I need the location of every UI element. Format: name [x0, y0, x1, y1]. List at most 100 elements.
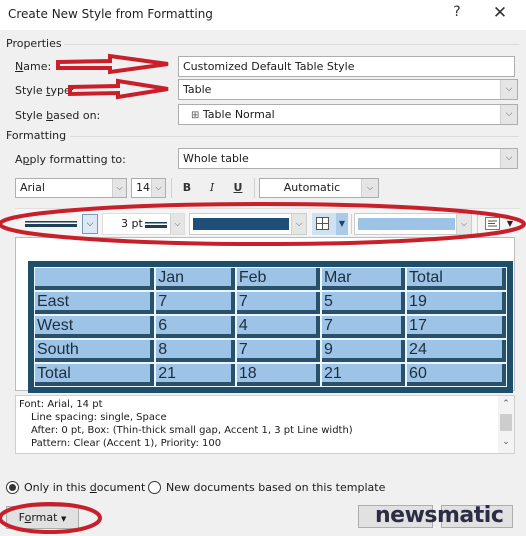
- shading-color-select[interactable]: ⌵: [354, 213, 472, 235]
- toolbar-separator: [171, 178, 172, 198]
- title-bar: Create New Style from Formatting ? ✕: [0, 0, 526, 30]
- formatting-section-label: Formatting: [6, 129, 67, 142]
- table-row: Total 21 18 21 60: [34, 363, 507, 387]
- table-row: Jan Feb Mar Total: [34, 267, 507, 291]
- toolbar-separator: [351, 214, 352, 234]
- chevron-down-icon[interactable]: ⌵: [112, 179, 126, 197]
- border-style-select[interactable]: ⌵: [22, 213, 98, 235]
- table-cell: South: [34, 339, 156, 363]
- toolbar-separator: [477, 214, 478, 234]
- border-color-select[interactable]: ⌵: [189, 213, 307, 235]
- table-cell: 19: [406, 291, 507, 315]
- chevron-down-icon[interactable]: ⌵: [500, 105, 517, 124]
- caret-down-icon[interactable]: ▼: [505, 213, 515, 235]
- table-cell: 6: [155, 315, 236, 339]
- table-cell: 5: [320, 291, 407, 315]
- cell-alignment-button[interactable]: ▼: [483, 213, 519, 235]
- close-button[interactable]: ✕: [487, 3, 513, 25]
- style-based-on-label: Style based on:: [15, 109, 101, 122]
- newsmatic-watermark: newsmatic: [375, 503, 504, 528]
- chevron-down-icon[interactable]: ⌵: [170, 214, 184, 234]
- font-color-select[interactable]: Automatic ⌵: [259, 178, 379, 198]
- table-cell: Total: [406, 267, 507, 291]
- apply-formatting-to-select[interactable]: Whole table ⌵: [178, 148, 518, 169]
- table-cell: Jan: [155, 267, 236, 291]
- italic-button[interactable]: I: [203, 178, 221, 198]
- name-input[interactable]: Customized Default Table Style: [178, 56, 515, 77]
- description-scrollbar[interactable]: ⌃ ⌄: [498, 396, 514, 453]
- table-cell: 8: [155, 339, 236, 363]
- cell-alignment-icon: [485, 217, 500, 230]
- table-cell: West: [34, 315, 156, 339]
- table-row: East 7 7 5 19: [34, 291, 507, 315]
- chevron-down-icon[interactable]: ⌵: [151, 179, 165, 197]
- table-cell: 7: [155, 291, 236, 315]
- arrow-annotation-style-type: [68, 78, 169, 100]
- style-description: Font: Arial, 14 pt Line spacing: single,…: [15, 395, 515, 454]
- font-name-select[interactable]: Arial ⌵: [15, 178, 127, 198]
- new-documents-label[interactable]: New documents based on this template: [166, 481, 385, 494]
- table-cell: 24: [406, 339, 507, 363]
- name-label: Name:: [15, 60, 52, 73]
- table-cell: 60: [406, 363, 507, 387]
- chevron-down-icon[interactable]: ⌵: [456, 214, 471, 234]
- borders-button[interactable]: ▼: [312, 213, 348, 235]
- chevron-down-icon[interactable]: ⌵: [291, 214, 306, 234]
- table-cell: 7: [235, 339, 321, 363]
- chevron-down-icon[interactable]: ⌵: [500, 80, 517, 99]
- arrow-annotation-name: [56, 53, 169, 75]
- table-cell: 7: [235, 291, 321, 315]
- border-line-style-icon: [25, 221, 77, 227]
- name-value: Customized Default Table Style: [183, 60, 355, 73]
- table-cell: Feb: [235, 267, 321, 291]
- all-borders-icon: [316, 217, 329, 230]
- font-name-value: Arial: [20, 181, 45, 194]
- help-button[interactable]: ?: [447, 4, 467, 24]
- border-width-value: 3 pt: [121, 217, 143, 230]
- chevron-down-icon[interactable]: ⌵: [82, 214, 98, 234]
- scrollbar-thumb[interactable]: [500, 414, 512, 431]
- properties-section-label: Properties: [6, 37, 62, 50]
- new-documents-radio[interactable]: [148, 481, 161, 494]
- chevron-down-icon[interactable]: ⌵: [500, 149, 517, 168]
- font-size-value: 14: [136, 181, 150, 194]
- description-line: Pattern: Clear (Accent 1), Priority: 100: [31, 438, 222, 449]
- caret-down-icon[interactable]: ▼: [336, 213, 348, 235]
- description-line: Line spacing: single, Space: [31, 412, 167, 423]
- only-this-document-label[interactable]: Only in this document: [24, 481, 145, 494]
- toolbar-separator: [254, 178, 255, 198]
- table-cell: 17: [406, 315, 507, 339]
- border-color-swatch: [193, 218, 289, 230]
- table-cell: 4: [235, 315, 321, 339]
- format-button[interactable]: Format ▼: [6, 506, 79, 529]
- chevron-up-icon[interactable]: ⌃: [498, 398, 514, 411]
- only-this-document-radio[interactable]: [6, 481, 19, 494]
- table-cell: 18: [235, 363, 321, 387]
- style-based-on-select[interactable]: ⊞ Table Normal ⌵: [178, 104, 518, 125]
- table-row: West 6 4 7 17: [34, 315, 507, 339]
- style-type-select[interactable]: Table ⌵: [178, 79, 518, 100]
- table-grid-icon: ⊞: [191, 110, 200, 121]
- section-divider: [64, 44, 519, 45]
- font-size-select[interactable]: 14 ⌵: [131, 178, 166, 198]
- table-row: South 8 7 9 24: [34, 339, 507, 363]
- style-type-value: Table: [183, 83, 212, 96]
- border-width-select[interactable]: 3 pt ⌵: [102, 213, 185, 235]
- table-cell: Mar: [320, 267, 407, 291]
- underline-button[interactable]: U: [229, 178, 247, 198]
- border-width-sample-icon: [145, 222, 167, 228]
- dialog-title: Create New Style from Formatting: [8, 7, 213, 21]
- font-color-value: Automatic: [283, 181, 341, 194]
- chevron-down-icon[interactable]: ⌄: [498, 436, 514, 449]
- table-cell: 21: [155, 363, 236, 387]
- style-based-on-value: Table Normal: [202, 108, 275, 121]
- shading-color-swatch: [358, 218, 455, 230]
- table-cell: 7: [320, 315, 407, 339]
- preview-table: Jan Feb Mar Total East 7 7 5 19 West 6 4 7 17 South 8 7 9…: [28, 261, 513, 393]
- chevron-down-icon[interactable]: ⌵: [361, 179, 378, 197]
- bold-button[interactable]: B: [178, 178, 196, 198]
- style-type-label: Style type:: [15, 84, 75, 97]
- table-cell: [34, 267, 156, 291]
- description-line: Font: Arial, 14 pt: [19, 399, 103, 410]
- table-cell: 21: [320, 363, 407, 387]
